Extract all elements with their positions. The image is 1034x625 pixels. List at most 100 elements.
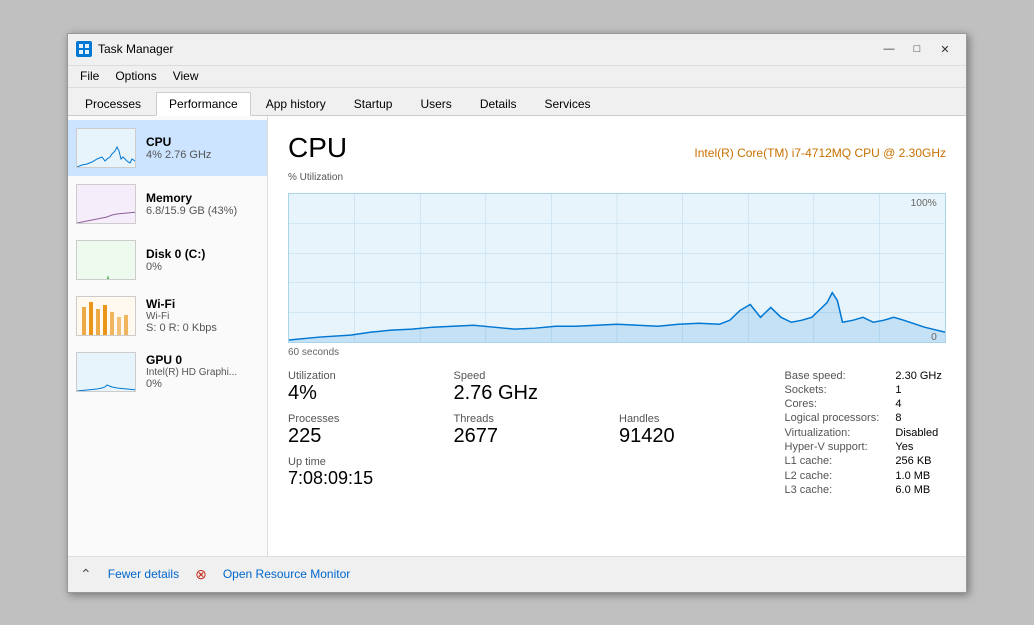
stat-handles: Handles 91420	[619, 413, 781, 448]
gpu-info: GPU 0 Intel(R) HD Graphi... 0%	[146, 353, 259, 390]
title-bar: Task Manager — □ ✕	[68, 34, 966, 66]
menu-file[interactable]: File	[72, 67, 107, 85]
utilization-value: 4%	[288, 382, 450, 405]
info-table: Base speed: 2.30 GHz Sockets: 1 Cores: 4…	[785, 370, 947, 497]
base-speed-label: Base speed:	[785, 370, 884, 382]
svg-text:0: 0	[931, 332, 937, 342]
disk-sub: 0%	[146, 261, 259, 273]
tab-details[interactable]: Details	[467, 92, 530, 115]
window-title: Task Manager	[98, 42, 876, 56]
resource-monitor-icon: ⊗	[195, 566, 207, 583]
wifi-name: Wi-Fi	[146, 311, 259, 322]
sidebar-item-memory[interactable]: Memory 6.8/15.9 GB (43%)	[68, 176, 267, 232]
l3-value: 6.0 MB	[895, 484, 946, 496]
cpu-chart: 100% 0	[288, 193, 946, 343]
sidebar: CPU 4% 2.76 GHz Memory 6.8/15.9 GB (43%)	[68, 116, 268, 556]
base-speed-value: 2.30 GHz	[895, 370, 946, 382]
sidebar-item-cpu[interactable]: CPU 4% 2.76 GHz	[68, 120, 267, 176]
threads-label: Threads	[454, 413, 616, 425]
app-icon	[76, 41, 92, 57]
cpu-model: Intel(R) Core(TM) i7-4712MQ CPU @ 2.30GH…	[694, 146, 946, 160]
stat-utilization: Utilization 4%	[288, 370, 450, 405]
l1-label: L1 cache:	[785, 455, 884, 467]
memory-thumb	[76, 184, 136, 224]
gpu-util: 0%	[146, 378, 259, 390]
speed-value: 2.76 GHz	[454, 382, 616, 405]
chart-wrapper: 100% 0 60 seconds	[288, 193, 946, 358]
wifi-speed: S: 0 R: 0 Kbps	[146, 322, 259, 334]
speed-label: Speed	[454, 370, 616, 382]
footer: ⌃ Fewer details ⊗ Open Resource Monitor	[68, 556, 966, 592]
disk-thumb	[76, 240, 136, 280]
maximize-button[interactable]: □	[904, 39, 930, 59]
stat-processes: Processes 225	[288, 413, 450, 448]
chart-utilization-label: % Utilization	[288, 172, 946, 183]
task-manager-window: Task Manager — □ ✕ File Options View Pro…	[67, 33, 967, 593]
tab-services[interactable]: Services	[532, 92, 604, 115]
memory-info: Memory 6.8/15.9 GB (43%)	[146, 191, 259, 217]
wifi-thumb	[76, 296, 136, 336]
hyperv-label: Hyper-V support:	[785, 441, 884, 453]
cpu-info: CPU 4% 2.76 GHz	[146, 135, 259, 161]
tabs-bar: Processes Performance App history Startu…	[68, 88, 966, 116]
l3-label: L3 cache:	[785, 484, 884, 496]
chart-time-label: 60 seconds	[288, 347, 339, 358]
tab-performance[interactable]: Performance	[156, 92, 251, 116]
menu-view[interactable]: View	[165, 67, 207, 85]
cpu-sub: 4% 2.76 GHz	[146, 149, 259, 161]
sockets-label: Sockets:	[785, 384, 884, 396]
memory-sub: 6.8/15.9 GB (43%)	[146, 205, 259, 217]
hyperv-value: Yes	[895, 441, 946, 453]
sidebar-item-gpu[interactable]: GPU 0 Intel(R) HD Graphi... 0%	[68, 344, 267, 400]
cpu-label: CPU	[146, 135, 259, 149]
menu-bar: File Options View	[68, 66, 966, 88]
minimize-button[interactable]: —	[876, 39, 902, 59]
disk-label: Disk 0 (C:)	[146, 247, 259, 261]
l1-value: 256 KB	[895, 455, 946, 467]
virtualization-label: Virtualization:	[785, 427, 884, 439]
sidebar-item-wifi[interactable]: Wi-Fi Wi-Fi S: 0 R: 0 Kbps	[68, 288, 267, 344]
l2-label: L2 cache:	[785, 470, 884, 482]
stat-threads: Threads 2677	[454, 413, 616, 448]
sockets-value: 1	[895, 384, 946, 396]
tab-users[interactable]: Users	[407, 92, 464, 115]
handles-value: 91420	[619, 425, 781, 448]
uptime-label: Up time	[288, 456, 450, 468]
wifi-info: Wi-Fi Wi-Fi S: 0 R: 0 Kbps	[146, 297, 259, 334]
gpu-label: GPU 0	[146, 353, 259, 367]
handles-label: Handles	[619, 413, 781, 425]
utilization-label: Utilization	[288, 370, 450, 382]
menu-options[interactable]: Options	[107, 67, 164, 85]
threads-value: 2677	[454, 425, 616, 448]
cpu-thumb	[76, 128, 136, 168]
content-area: CPU 4% 2.76 GHz Memory 6.8/15.9 GB (43%)	[68, 116, 966, 556]
open-resource-monitor-link[interactable]: Open Resource Monitor	[223, 567, 350, 581]
main-panel: CPU Intel(R) Core(TM) i7-4712MQ CPU @ 2.…	[268, 116, 966, 556]
memory-label: Memory	[146, 191, 259, 205]
stat-speed: Speed 2.76 GHz	[454, 370, 616, 405]
tab-processes[interactable]: Processes	[72, 92, 154, 115]
fewer-details-link[interactable]: Fewer details	[108, 567, 179, 581]
window-controls: — □ ✕	[876, 39, 958, 59]
stats-grid: Utilization 4% Speed 2.76 GHz Base speed…	[288, 370, 946, 497]
l2-value: 1.0 MB	[895, 470, 946, 482]
sidebar-item-disk[interactable]: Disk 0 (C:) 0%	[68, 232, 267, 288]
logical-label: Logical processors:	[785, 412, 884, 424]
cpu-header: CPU Intel(R) Core(TM) i7-4712MQ CPU @ 2.…	[288, 132, 946, 164]
cores-label: Cores:	[785, 398, 884, 410]
processes-label: Processes	[288, 413, 450, 425]
virtualization-value: Disabled	[895, 427, 946, 439]
gpu-model: Intel(R) HD Graphi...	[146, 367, 259, 378]
close-button[interactable]: ✕	[932, 39, 958, 59]
tab-startup[interactable]: Startup	[341, 92, 406, 115]
tab-app-history[interactable]: App history	[253, 92, 339, 115]
disk-info: Disk 0 (C:) 0%	[146, 247, 259, 273]
chevron-up-icon: ⌃	[80, 566, 92, 583]
uptime-value: 7:08:09:15	[288, 468, 450, 489]
wifi-label: Wi-Fi	[146, 297, 259, 311]
stat-uptime: Up time 7:08:09:15	[288, 456, 450, 489]
cores-value: 4	[895, 398, 946, 410]
cpu-title: CPU	[288, 132, 347, 164]
logical-value: 8	[895, 412, 946, 424]
gpu-thumb	[76, 352, 136, 392]
